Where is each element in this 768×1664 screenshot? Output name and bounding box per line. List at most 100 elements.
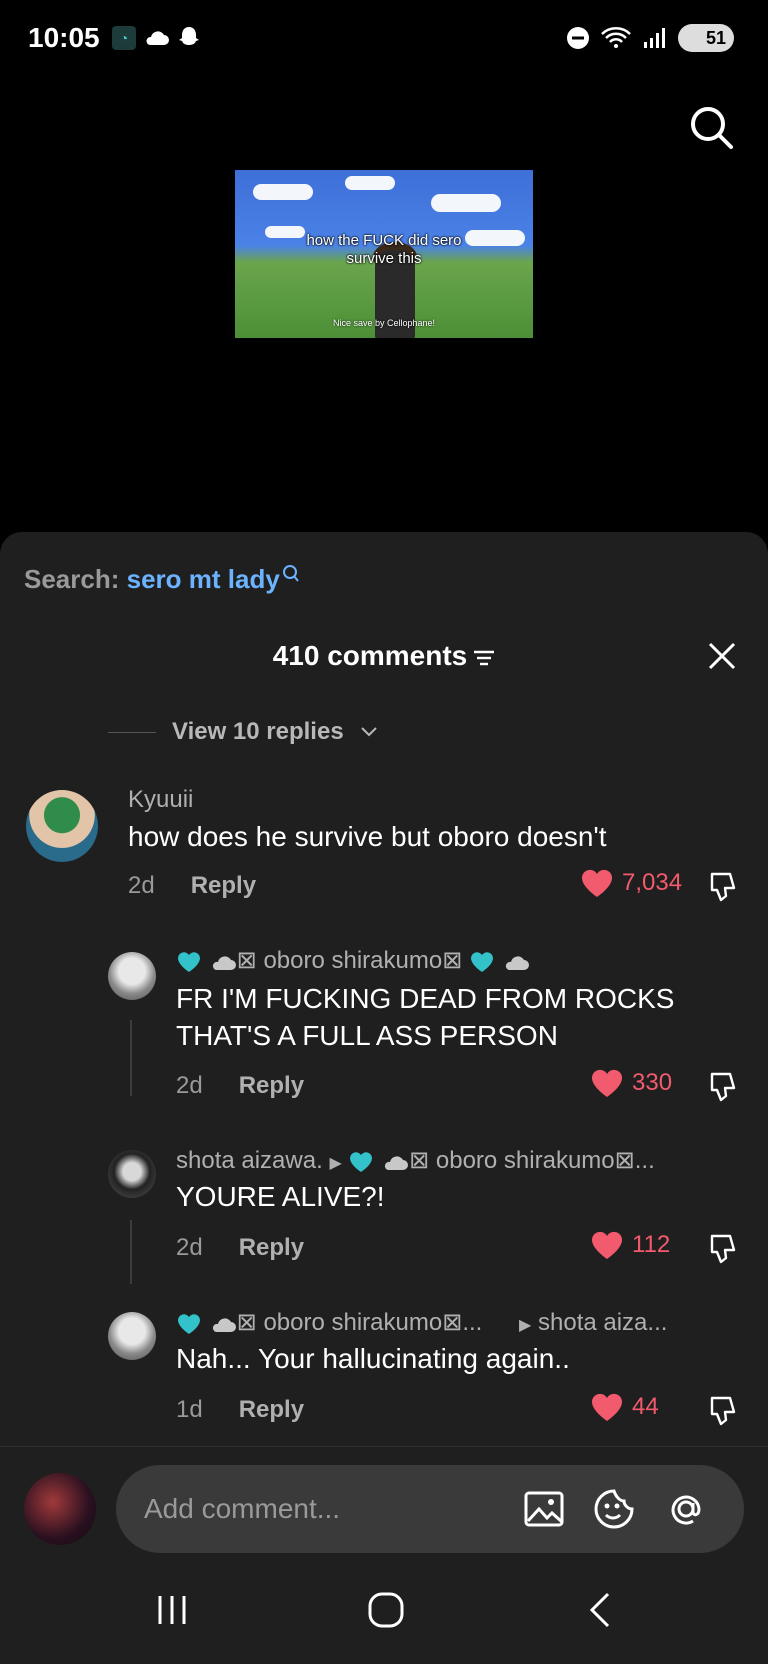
home-icon[interactable]: [364, 1590, 408, 1630]
view-replies-label: View 10 replies: [172, 718, 344, 745]
cloud-icon: [146, 31, 169, 45]
search-suggestion[interactable]: Search: sero mt lady: [24, 564, 300, 595]
comment-username[interactable]: ⊠ oboro shirakumo⊠... ▶ shota aiza...: [176, 1308, 667, 1337]
wifi-icon: [601, 27, 631, 48]
comment-username[interactable]: Kyuuii: [128, 786, 193, 814]
avatar[interactable]: [108, 1150, 156, 1198]
status-system-icons: 51: [566, 24, 734, 52]
video-thumbnail[interactable]: how the FUCK did sero survive this Nice …: [235, 170, 533, 338]
sky-cloud: [345, 176, 395, 190]
reply-arrow-icon: ▶: [519, 1317, 532, 1334]
comment-age: 2d: [176, 1072, 203, 1099]
dnd-icon: [567, 27, 589, 49]
app-notification-icon: ◔: [112, 26, 136, 50]
username-text: shota aizawa.: [176, 1147, 323, 1174]
like-button[interactable]: 7,034: [580, 868, 682, 898]
dislike-icon[interactable]: [706, 870, 740, 904]
avatar[interactable]: [26, 790, 98, 862]
sky-cloud: [253, 184, 313, 200]
teal-heart-icon: [471, 951, 493, 972]
chevron-down-icon: [360, 727, 377, 737]
divider: [108, 731, 156, 733]
comments-header: 410 comments: [0, 640, 768, 672]
recent-apps-icon[interactable]: [150, 1590, 194, 1630]
comment-username[interactable]: shota aizawa. ▶ ⊠ oboro shirakumo⊠...: [176, 1146, 655, 1175]
video-caption: how the FUCK did sero survive this: [306, 232, 462, 267]
like-button[interactable]: 112: [590, 1230, 670, 1260]
dislike-icon[interactable]: [706, 1232, 740, 1266]
x-box-glyph: ⊠...: [614, 1147, 655, 1174]
comment-input-bar: [0, 1446, 768, 1556]
comment-age: 2d: [128, 872, 155, 899]
teal-heart-icon: [178, 1313, 200, 1334]
sky-cloud: [431, 194, 501, 212]
x-box-glyph: ⊠...: [442, 1309, 483, 1336]
avatar[interactable]: [24, 1473, 96, 1545]
ghost-icon: [179, 27, 199, 45]
status-notification-icons: ◔: [112, 26, 200, 50]
teal-heart-icon: [178, 951, 200, 972]
status-bar: 10:05 ◔ 51: [0, 0, 768, 80]
heart-icon: [591, 1393, 623, 1421]
heart-icon: [591, 1069, 623, 1097]
dislike-icon[interactable]: [706, 1070, 740, 1104]
close-icon[interactable]: [706, 640, 738, 672]
reply-button[interactable]: Reply: [239, 1396, 304, 1424]
username-text: oboro shirakumo: [263, 947, 443, 974]
comment-text: how does he survive but oboro doesn't: [128, 821, 607, 852]
comments-count: 410 comments: [272, 640, 468, 671]
video-subtitle: Nice save by Cellophane!: [332, 318, 436, 328]
status-time: 10:05: [28, 22, 100, 53]
comment-meta: 2d Reply: [128, 872, 256, 900]
avatar[interactable]: [108, 1312, 156, 1360]
comment-meta: 2d Reply: [176, 1072, 304, 1100]
cloud-icon: [384, 1156, 409, 1170]
avatar[interactable]: [108, 952, 156, 1000]
like-count: 44: [632, 1393, 659, 1420]
like-count: 7,034: [622, 869, 683, 896]
image-icon[interactable]: [522, 1487, 566, 1531]
search-keyword[interactable]: sero mt lady: [127, 564, 280, 594]
cloud-icon: [212, 956, 236, 970]
cloud-icon: [505, 956, 529, 970]
comment-input[interactable]: [144, 1485, 494, 1533]
comment-text-line: THAT'S A FULL ASS PERSON: [176, 1020, 558, 1051]
comment-username[interactable]: ⊠ oboro shirakumo⊠: [176, 946, 530, 975]
comment-age: 1d: [176, 1396, 203, 1423]
comment-meta: 1d Reply: [176, 1396, 304, 1424]
comment-text-line: FR I'M FUCKING DEAD FROM ROCKS: [176, 983, 675, 1014]
reply-to-user: shota aiza...: [538, 1309, 668, 1336]
search-icon[interactable]: [688, 104, 734, 150]
x-box-glyph: ⊠: [236, 947, 257, 974]
at-icon[interactable]: [664, 1487, 708, 1531]
reply-to-user: oboro shirakumo: [435, 1147, 615, 1174]
back-icon[interactable]: [580, 1590, 624, 1630]
thread-line: [130, 1020, 132, 1096]
like-button[interactable]: 330: [590, 1068, 672, 1098]
comment-input-container: [116, 1465, 744, 1553]
comment-age: 2d: [176, 1234, 203, 1261]
teal-heart-icon: [350, 1151, 373, 1172]
x-box-glyph: ⊠: [409, 1147, 430, 1174]
like-count: 330: [632, 1069, 673, 1096]
signal-icon: [644, 28, 665, 48]
search-mini-icon: [282, 565, 299, 582]
reply-button[interactable]: Reply: [239, 1234, 304, 1262]
battery-indicator: 51: [678, 24, 734, 52]
thread-line: [130, 1220, 132, 1284]
dislike-icon[interactable]: [706, 1394, 740, 1428]
search-prefix: Search:: [24, 564, 120, 594]
comment-text: Nah... Your hallucinating again..: [176, 1343, 570, 1374]
view-replies-button[interactable]: View 10 replies: [108, 718, 378, 746]
comment-text: YOURE ALIVE?!: [176, 1181, 385, 1212]
reply-arrow-icon: ▶: [329, 1155, 342, 1172]
reply-button[interactable]: Reply: [191, 872, 256, 900]
like-count: 112: [632, 1231, 671, 1258]
emoji-icon[interactable]: [592, 1487, 636, 1531]
filter-icon[interactable]: [473, 648, 495, 668]
reply-button[interactable]: Reply: [239, 1072, 304, 1100]
x-box-glyph: ⊠: [236, 1309, 257, 1336]
x-box-glyph: ⊠: [442, 947, 463, 974]
comment-meta: 2d Reply: [176, 1234, 304, 1262]
like-button[interactable]: 44: [590, 1392, 659, 1422]
